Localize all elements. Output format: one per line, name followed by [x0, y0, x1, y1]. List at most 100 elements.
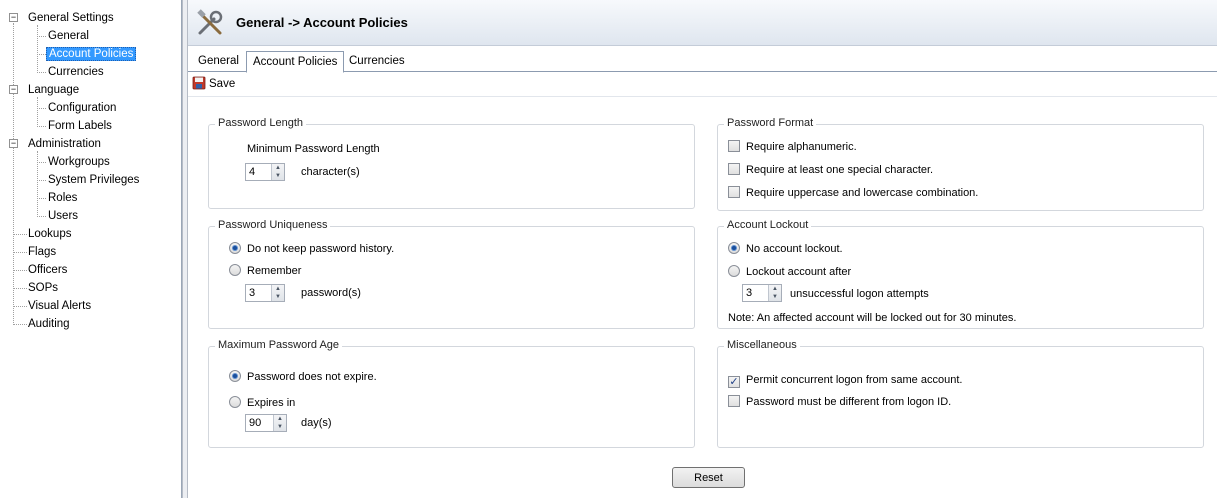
spin-down-icon[interactable]: ▼: [272, 293, 284, 301]
stepper-arrows[interactable]: ▲ ▼: [271, 164, 284, 180]
min-length-stepper[interactable]: 4 ▲ ▼: [245, 163, 285, 181]
tree-item-officers[interactable]: Officers: [26, 261, 69, 279]
stepper-value: 3: [249, 287, 256, 299]
radio-selected[interactable]: [229, 370, 241, 382]
radio-unselected[interactable]: [229, 264, 241, 276]
permit-concurrent-logon-option[interactable]: ✓ Permit concurrent logon from same accou…: [728, 373, 962, 388]
require-case-combo-option[interactable]: Require uppercase and lowercase combinat…: [728, 186, 978, 200]
stepper-arrows[interactable]: ▲ ▼: [273, 415, 286, 431]
tree-connector: [37, 126, 46, 127]
radio-unselected[interactable]: [229, 396, 241, 408]
collapse-toggle-administration[interactable]: −: [9, 139, 18, 148]
remember-unit: password(s): [301, 287, 361, 299]
stepper-value: 3: [746, 287, 753, 299]
tree-item-flags[interactable]: Flags: [26, 243, 58, 261]
tree-item-sops[interactable]: SOPs: [26, 279, 60, 297]
tree-connector: [13, 324, 27, 325]
collapse-toggle-language[interactable]: −: [9, 85, 18, 94]
tree-item-form-labels[interactable]: Form Labels: [46, 117, 114, 135]
tab-account-policies[interactable]: Account Policies: [246, 51, 345, 73]
checkbox-checked[interactable]: ✓: [728, 376, 740, 388]
option-label: Require at least one special character.: [746, 164, 934, 176]
tab-general[interactable]: General: [192, 52, 245, 72]
spin-up-icon[interactable]: ▲: [274, 415, 286, 423]
save-label: Save: [209, 78, 236, 90]
tree-item-users[interactable]: Users: [46, 207, 80, 225]
no-expire-option[interactable]: Password does not expire.: [229, 370, 377, 384]
radio-selected[interactable]: [229, 242, 241, 254]
tree-connector: [13, 23, 14, 323]
expire-days-unit: day(s): [301, 417, 332, 429]
lockout-attempts-stepper[interactable]: 3 ▲ ▼: [742, 284, 782, 302]
option-label: Do not keep password history.: [247, 243, 395, 255]
no-history-option[interactable]: Do not keep password history.: [229, 242, 394, 256]
expires-in-option[interactable]: Expires in: [229, 396, 295, 410]
tree-item-account-policies[interactable]: Account Policies: [46, 45, 137, 63]
checkbox-unchecked[interactable]: [728, 186, 740, 198]
checkbox-unchecked[interactable]: [728, 163, 740, 175]
tree-item-label: SOPs: [28, 282, 59, 294]
floppy-disk-icon: [192, 76, 206, 90]
stepper-arrows[interactable]: ▲ ▼: [768, 285, 781, 301]
checkbox-unchecked[interactable]: [728, 395, 740, 407]
tree-connector: [37, 180, 46, 181]
tree-item-label: Currencies: [48, 66, 104, 78]
tree-item-visual-alerts[interactable]: Visual Alerts: [26, 297, 93, 315]
tree-connector: [13, 270, 27, 271]
collapse-toggle-general-settings[interactable]: −: [9, 13, 18, 22]
settings-content: Password Length Minimum Password Length …: [188, 96, 1217, 498]
tree-item-language[interactable]: Language: [26, 81, 81, 99]
min-length-label: Minimum Password Length: [247, 143, 380, 155]
spin-down-icon[interactable]: ▼: [272, 172, 284, 180]
checkbox-unchecked[interactable]: [728, 140, 740, 152]
remember-count-stepper[interactable]: 3 ▲ ▼: [245, 284, 285, 302]
tree-item-currencies[interactable]: Currencies: [46, 63, 106, 81]
tree-item-general-settings[interactable]: General Settings: [26, 9, 116, 27]
tree-item-label: Flags: [28, 246, 57, 258]
tree-connector: [13, 234, 27, 235]
tree-item-system-privileges[interactable]: System Privileges: [46, 171, 141, 189]
save-button[interactable]: Save: [192, 75, 235, 93]
spin-down-icon[interactable]: ▼: [769, 293, 781, 301]
tree-connector: [37, 151, 38, 215]
spin-up-icon[interactable]: ▲: [272, 164, 284, 172]
radio-selected[interactable]: [728, 242, 740, 254]
option-label: Require alphanumeric.: [746, 141, 857, 153]
option-label: No account lockout.: [746, 243, 843, 255]
tree-item-administration[interactable]: Administration: [26, 135, 103, 153]
tree-item-roles[interactable]: Roles: [46, 189, 79, 207]
tree-item-lookups[interactable]: Lookups: [26, 225, 73, 243]
expire-days-stepper[interactable]: 90 ▲ ▼: [245, 414, 287, 432]
reset-button[interactable]: Reset: [672, 467, 745, 488]
require-special-char-option[interactable]: Require at least one special character.: [728, 163, 933, 177]
stepper-arrows[interactable]: ▲ ▼: [271, 285, 284, 301]
require-alphanumeric-option[interactable]: Require alphanumeric.: [728, 140, 857, 154]
different-from-logon-id-option[interactable]: Password must be different from logon ID…: [728, 395, 951, 409]
spin-up-icon[interactable]: ▲: [272, 285, 284, 293]
tree-connector: [37, 162, 46, 163]
remember-option[interactable]: Remember: [229, 264, 301, 278]
tree-item-label: Configuration: [48, 102, 117, 114]
option-label: Password does not expire.: [247, 371, 377, 383]
tree-item-label: General Settings: [28, 12, 114, 24]
tree-item-general[interactable]: General: [46, 27, 91, 45]
spin-up-icon[interactable]: ▲: [769, 285, 781, 293]
tree-item-label: Form Labels: [48, 120, 112, 132]
no-lockout-option[interactable]: No account lockout.: [728, 242, 843, 256]
tree-item-auditing[interactable]: Auditing: [26, 315, 72, 333]
tree-item-label: Officers: [28, 264, 68, 276]
radio-unselected[interactable]: [728, 265, 740, 277]
tab-currencies[interactable]: Currencies: [343, 52, 411, 72]
group-title: Password Format: [724, 117, 817, 129]
group-title: Miscellaneous: [724, 339, 800, 351]
spin-down-icon[interactable]: ▼: [274, 423, 286, 431]
min-length-unit: character(s): [301, 166, 360, 178]
lockout-after-option[interactable]: Lockout account after: [728, 265, 851, 279]
tree-item-label: System Privileges: [48, 174, 140, 186]
option-label: Require uppercase and lowercase combinat…: [746, 187, 979, 199]
tree-item-configuration[interactable]: Configuration: [46, 99, 118, 117]
tree-item-workgroups[interactable]: Workgroups: [46, 153, 112, 171]
lockout-attempts-unit: unsuccessful logon attempts: [790, 288, 929, 300]
tree-item-label: Auditing: [28, 318, 70, 330]
tree-connector: [37, 97, 38, 125]
